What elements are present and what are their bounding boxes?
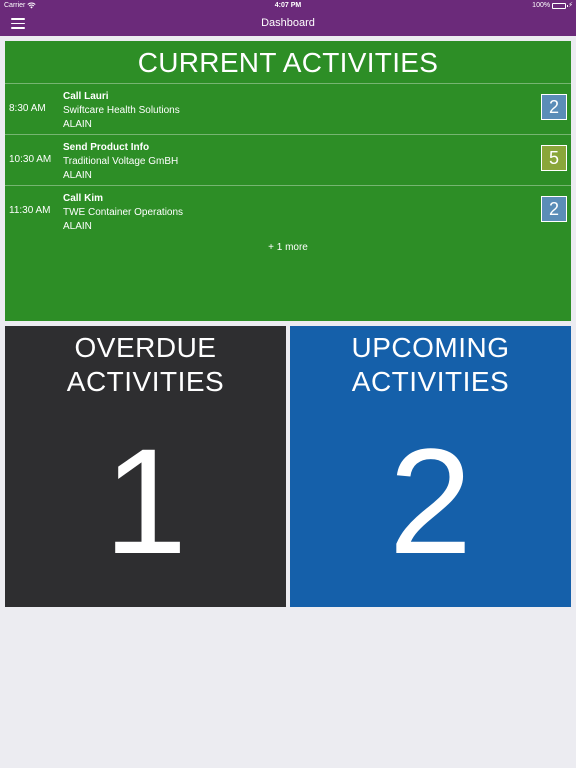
activity-badge: 2	[541, 94, 567, 120]
overdue-title-line1: OVERDUE	[74, 332, 217, 363]
overdue-activities-tile[interactable]: OVERDUE ACTIVITIES 1	[5, 326, 286, 607]
activity-badge: 5	[541, 145, 567, 171]
activity-time: 8:30 AM	[9, 103, 46, 114]
activity-company: Traditional Voltage GmBH	[63, 156, 179, 167]
activity-row[interactable]: 8:30 AM Call Lauri Swiftcare Health Solu…	[5, 84, 571, 135]
activity-details: Send Product Info Traditional Voltage Gm…	[63, 141, 178, 183]
upcoming-title-line2: ACTIVITIES	[351, 366, 510, 397]
activity-company: Swiftcare Health Solutions	[63, 105, 180, 116]
overdue-title: OVERDUE ACTIVITIES	[5, 331, 286, 399]
activity-owner: ALAIN	[63, 170, 92, 181]
activity-details: Call Kim TWE Container Operations ALAIN	[63, 192, 183, 234]
battery-info: 100% ⚡	[532, 0, 573, 11]
activity-owner: ALAIN	[63, 221, 92, 232]
charging-icon: ⚡	[568, 2, 573, 9]
current-activities-title: CURRENT ACTIVITIES	[137, 47, 439, 78]
upcoming-title: UPCOMING ACTIVITIES	[290, 331, 571, 399]
nav-bar: Dashboard	[0, 11, 576, 36]
activity-details: Call Lauri Swiftcare Health Solutions AL…	[63, 90, 180, 132]
battery-icon	[552, 2, 569, 9]
activity-name: Call Lauri	[63, 91, 109, 102]
activity-row[interactable]: 11:30 AM Call Kim TWE Container Operatio…	[5, 186, 571, 236]
activity-time: 11:30 AM	[9, 205, 51, 216]
upcoming-title-line1: UPCOMING	[351, 332, 510, 363]
activity-list: 8:30 AM Call Lauri Swiftcare Health Solu…	[5, 83, 571, 236]
upcoming-activities-tile[interactable]: UPCOMING ACTIVITIES 2	[290, 326, 571, 607]
activity-badge: 2	[541, 196, 567, 222]
activity-owner: ALAIN	[63, 119, 92, 130]
battery-percent: 100%	[532, 2, 551, 9]
overdue-count: 1	[103, 417, 188, 585]
activity-name: Call Kim	[63, 193, 104, 204]
page-title: Dashboard	[261, 17, 315, 29]
overdue-title-line2: ACTIVITIES	[66, 366, 225, 397]
activity-name: Send Product Info	[63, 142, 150, 153]
activity-time: 10:30 AM	[9, 154, 52, 165]
more-activities-link[interactable]: + 1 more	[5, 242, 571, 253]
activity-row[interactable]: 10:30 AM Send Product Info Traditional V…	[5, 135, 571, 186]
status-bar: Carrier 4:07 PM 100% ⚡	[0, 0, 576, 11]
current-activities-panel[interactable]: CURRENT ACTIVITIES 8:30 AM Call Lauri Sw…	[5, 41, 571, 321]
activity-company: TWE Container Operations	[63, 207, 184, 218]
status-time: 4:07 PM	[274, 2, 302, 9]
upcoming-count: 2	[388, 417, 473, 585]
